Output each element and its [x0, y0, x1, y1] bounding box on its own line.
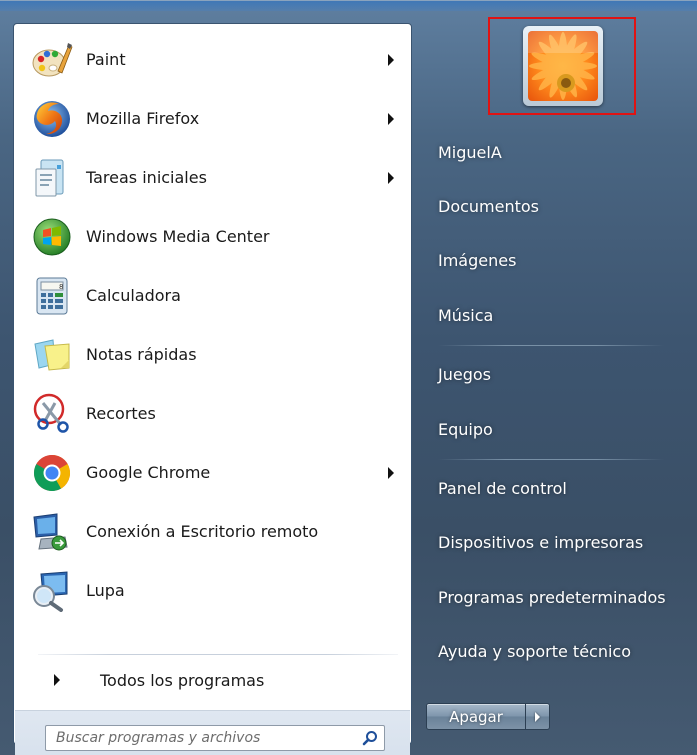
- left-separator: [38, 654, 398, 655]
- chrome-icon: [30, 451, 74, 495]
- all-programs-button[interactable]: Todos los programas: [28, 662, 406, 698]
- games-link[interactable]: Juegos: [438, 365, 491, 384]
- left-pane: Paint Mozilla Firefox Tareas iniciales W…: [13, 23, 412, 755]
- magnifier-icon: [30, 569, 74, 613]
- submenu-arrow-icon[interactable]: [388, 112, 394, 125]
- program-item-calculator[interactable]: 8 Calculadora: [28, 266, 406, 325]
- search-input[interactable]: [46, 727, 356, 749]
- program-label: Calculadora: [86, 286, 181, 305]
- right-separator: [438, 345, 664, 346]
- control-panel-link[interactable]: Panel de control: [438, 479, 567, 498]
- calculator-icon: 8: [30, 274, 74, 318]
- program-item-magnifier[interactable]: Lupa: [28, 561, 406, 620]
- svg-text:8: 8: [59, 283, 63, 291]
- remote-desktop-icon: [30, 510, 74, 554]
- program-label: Lupa: [86, 581, 125, 600]
- search-icon[interactable]: [356, 726, 384, 750]
- program-item-remote-desktop[interactable]: Conexión a Escritorio remoto: [28, 502, 406, 561]
- program-label: Conexión a Escritorio remoto: [86, 522, 319, 541]
- search-area: [15, 710, 410, 755]
- shutdown-button[interactable]: Apagar: [426, 703, 526, 730]
- all-programs-label: Todos los programas: [100, 670, 265, 690]
- documents-link[interactable]: Documentos: [438, 197, 539, 216]
- program-label: Google Chrome: [86, 463, 211, 482]
- shutdown-options-button[interactable]: [526, 703, 550, 730]
- help-support-link[interactable]: Ayuda y soporte técnico: [438, 642, 631, 661]
- program-label: Mozilla Firefox: [86, 109, 200, 128]
- program-item-snipping-tool[interactable]: Recortes: [28, 384, 406, 443]
- right-separator: [438, 459, 664, 460]
- computer-link[interactable]: Equipo: [438, 420, 493, 439]
- media-center-icon: [30, 215, 74, 259]
- program-label: Paint: [86, 50, 126, 69]
- program-label: Windows Media Center: [86, 227, 270, 246]
- firefox-icon: [30, 97, 74, 141]
- music-link[interactable]: Música: [438, 306, 493, 325]
- submenu-arrow-icon[interactable]: [388, 53, 394, 66]
- program-item-chrome[interactable]: Google Chrome: [28, 443, 406, 502]
- submenu-arrow-icon[interactable]: [388, 466, 394, 479]
- submenu-arrow-icon[interactable]: [388, 171, 394, 184]
- expand-arrow-icon: [54, 674, 60, 686]
- shutdown-group: Apagar: [426, 703, 550, 730]
- highlight-box: [488, 17, 636, 115]
- program-item-sticky-notes[interactable]: Notas rápidas: [28, 325, 406, 384]
- pinned-program-list: Paint Mozilla Firefox Tareas iniciales W…: [28, 30, 406, 620]
- program-label: Notas rápidas: [86, 345, 197, 364]
- getting-started-icon: [30, 156, 74, 200]
- devices-printers-link[interactable]: Dispositivos e impresoras: [438, 533, 643, 552]
- program-label: Tareas iniciales: [86, 168, 207, 187]
- pictures-link[interactable]: Imágenes: [438, 251, 516, 270]
- default-programs-link[interactable]: Programas predeterminados: [438, 588, 666, 607]
- start-menu: Paint Mozilla Firefox Tareas iniciales W…: [0, 0, 697, 755]
- sticky-notes-icon: [30, 333, 74, 377]
- program-item-paint[interactable]: Paint: [28, 30, 406, 89]
- program-item-getting-started[interactable]: Tareas iniciales: [28, 148, 406, 207]
- search-box[interactable]: [45, 725, 385, 751]
- program-item-firefox[interactable]: Mozilla Firefox: [28, 89, 406, 148]
- user-folder-link[interactable]: MiguelA: [438, 143, 502, 162]
- snipping-tool-icon: [30, 392, 74, 436]
- program-item-media-center[interactable]: Windows Media Center: [28, 207, 406, 266]
- chevron-right-icon: [535, 711, 540, 722]
- paint-icon: [30, 38, 74, 82]
- program-label: Recortes: [86, 404, 156, 423]
